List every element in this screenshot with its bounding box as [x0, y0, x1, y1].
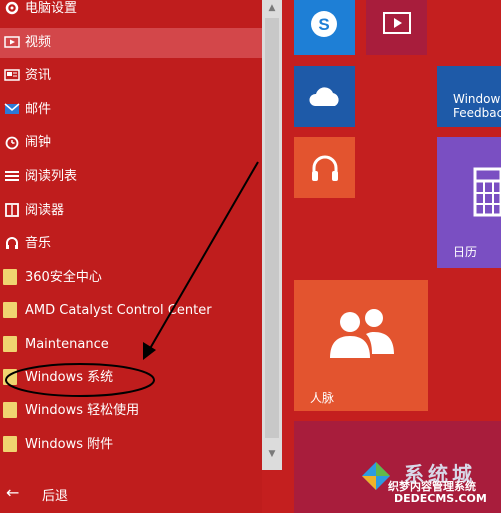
- skype-tile[interactable]: S: [294, 0, 355, 55]
- headphones-icon: [312, 155, 338, 181]
- people-tile-label: 人脉: [310, 391, 335, 405]
- windows-feedback-label: Windows Feedback: [453, 92, 501, 120]
- video-icon: [383, 12, 411, 34]
- svg-text:S: S: [318, 15, 329, 34]
- windows-feedback-tile[interactable]: Windows Feedback: [437, 66, 501, 127]
- music-tile[interactable]: [294, 137, 355, 198]
- calendar-tile[interactable]: 日历: [437, 137, 501, 268]
- cloud-icon: [309, 87, 339, 106]
- watermark: 系统城 织梦内容管理系统 DEDECMS.COM: [360, 458, 501, 513]
- video-tile[interactable]: [366, 0, 427, 55]
- people-tile[interactable]: 人脉: [294, 280, 428, 411]
- start-menu: 电脑设置 视频 资讯 邮件 闹钟 阅读列表 阅读器 音乐 360安全中心 AMD…: [0, 0, 501, 513]
- people-icon: [330, 309, 394, 358]
- calendar-tile-label: 日历: [453, 245, 478, 259]
- watermark-site-url: DEDECMS.COM: [394, 492, 487, 505]
- calendar-icon: [473, 167, 501, 217]
- onedrive-tile[interactable]: [294, 66, 355, 127]
- skype-icon: S: [311, 11, 337, 37]
